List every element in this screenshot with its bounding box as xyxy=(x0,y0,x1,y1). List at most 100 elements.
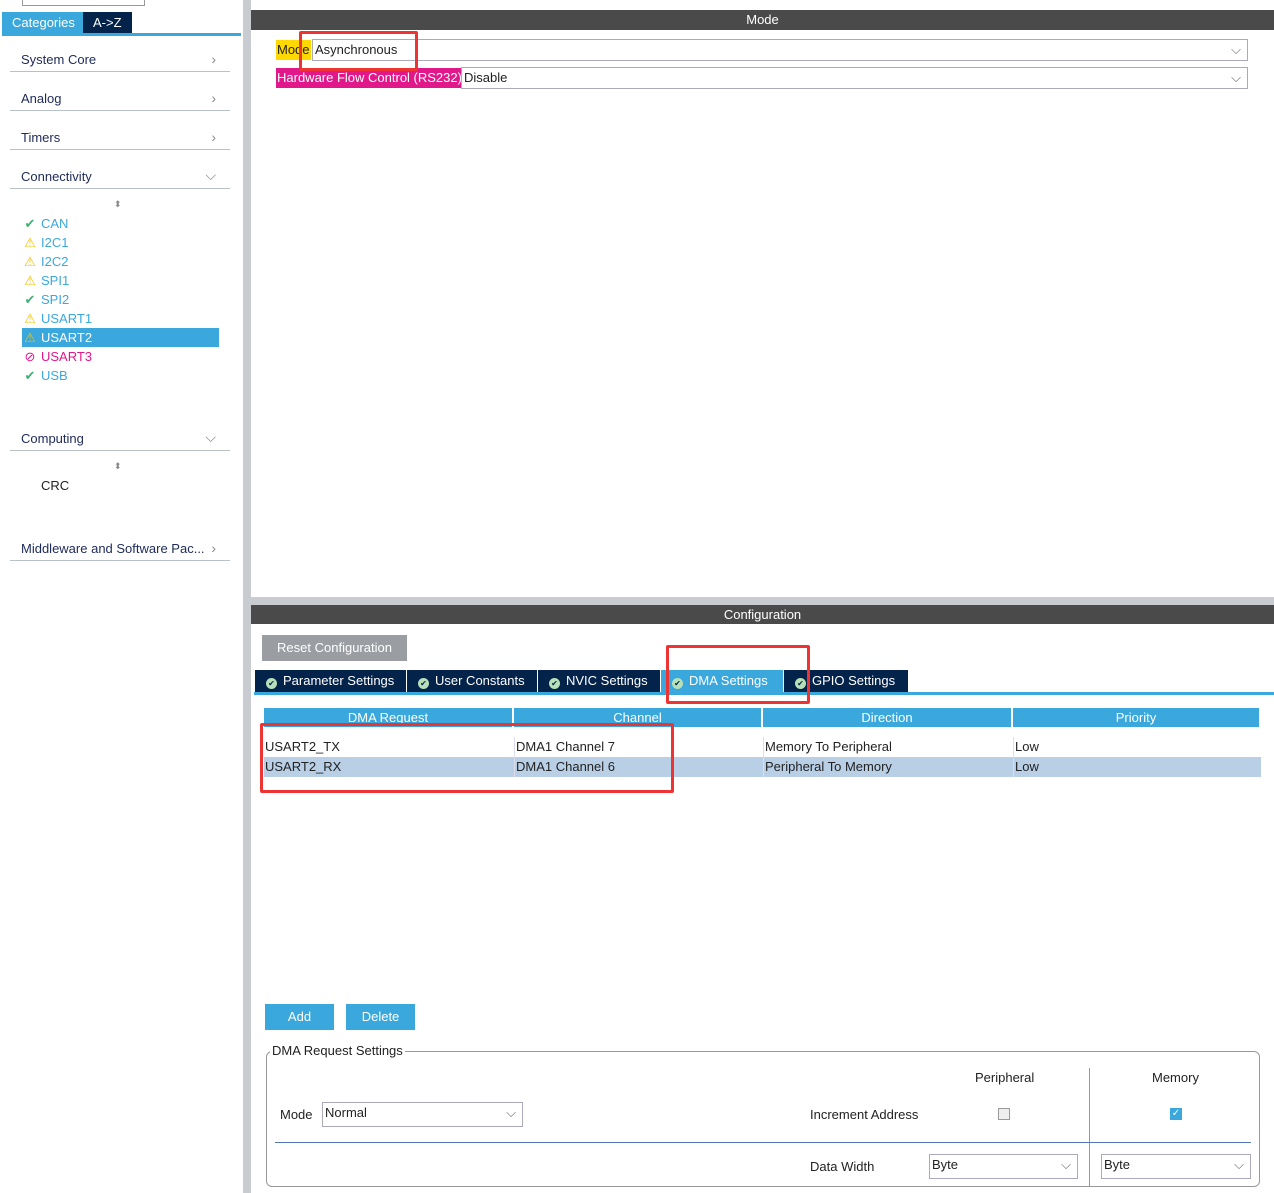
peripheral-label: SPI2 xyxy=(41,292,70,307)
tab-user-constants[interactable]: ✔ User Constants xyxy=(407,670,538,692)
chevron-down-icon: ⌵ xyxy=(1234,1157,1244,1172)
sort-icon[interactable]: ⬍ xyxy=(114,199,122,210)
peripheral-label: CAN xyxy=(41,216,69,231)
dma-mode-value: Normal xyxy=(325,1105,367,1120)
group-title: DMA Request Settings xyxy=(270,1043,405,1058)
sort-icon[interactable]: ⬍ xyxy=(114,461,122,472)
memory-label: Memory xyxy=(1152,1070,1199,1085)
tab-a-z[interactable]: A->Z xyxy=(83,12,132,33)
check-icon: ✔ xyxy=(24,292,36,307)
peripheral-label: USB xyxy=(41,368,68,383)
peripheral-label: USART3 xyxy=(41,349,93,364)
tab-categories[interactable]: Categories xyxy=(2,12,85,33)
sidebar: Categories A->Z System Core › Analog › Tim… xyxy=(0,0,243,1193)
reset-configuration-button[interactable]: Reset Configuration xyxy=(262,635,407,661)
chevron-right-icon: › xyxy=(211,90,216,106)
chevron-down-icon: ⌵ xyxy=(1231,42,1241,57)
tab-underline xyxy=(2,33,241,36)
table-cell: Memory To Peripheral xyxy=(763,737,1013,757)
mode-label: Mode xyxy=(280,1107,313,1122)
data-width-label: Data Width xyxy=(810,1159,875,1174)
peripheral-usb[interactable]: ✔ USB xyxy=(22,366,219,385)
category-label: Analog xyxy=(21,91,62,106)
peripheral-can[interactable]: ✔ CAN xyxy=(22,214,219,233)
chevron-down-icon: ⌵ xyxy=(205,429,216,445)
tab-label: Parameter Settings xyxy=(283,673,395,688)
chevron-down-icon: ⌵ xyxy=(506,1105,516,1120)
category-computing[interactable]: Computing ⌵ xyxy=(10,421,230,451)
category-connectivity[interactable]: Connectivity ⌵ xyxy=(10,159,230,189)
check-circle-icon: ✔ xyxy=(266,678,277,689)
peripheral-label: Peripheral xyxy=(975,1070,1035,1085)
configuration-header: Configuration xyxy=(251,605,1274,624)
warning-icon: ⚠ xyxy=(24,235,36,250)
warning-icon: ⚠ xyxy=(24,311,36,326)
peripheral-i2c2[interactable]: ⚠ I2C2 xyxy=(22,252,219,271)
category-label: Computing xyxy=(21,431,84,446)
memory-increment-checkbox[interactable]: ✓ xyxy=(1170,1108,1182,1120)
peripheral-usart2[interactable]: ⚠ USART2 xyxy=(22,328,219,347)
highlight-box xyxy=(260,723,674,793)
category-analog[interactable]: Analog › xyxy=(10,81,230,111)
mode-header: Mode xyxy=(251,10,1274,30)
memory-data-width-select[interactable]: Byte ⌵ xyxy=(1101,1154,1251,1179)
splitter[interactable] xyxy=(243,0,251,1193)
category-middleware[interactable]: Middleware and Software Pac... › xyxy=(10,531,230,561)
table-cell: Peripheral To Memory xyxy=(763,757,1013,777)
chevron-right-icon: › xyxy=(211,129,216,145)
increment-address-label: Increment Address xyxy=(810,1107,919,1122)
peripheral-usart1[interactable]: ⚠ USART1 xyxy=(22,309,219,328)
check-circle-icon: ✔ xyxy=(549,678,560,689)
chevron-down-icon: ⌵ xyxy=(1061,1157,1071,1172)
peripheral-increment-checkbox[interactable] xyxy=(998,1108,1010,1120)
warning-icon: ⚠ xyxy=(24,254,36,269)
chevron-down-icon: ⌵ xyxy=(1231,70,1241,85)
check-icon: ✔ xyxy=(24,216,36,231)
peripheral-label: I2C1 xyxy=(41,235,69,250)
peripheral-crc[interactable]: CRC xyxy=(41,478,69,493)
flow-control-label: Hardware Flow Control (RS232) xyxy=(276,68,463,88)
category-timers[interactable]: Timers › xyxy=(10,120,230,150)
table-cell: Low xyxy=(1013,737,1261,757)
mode-select[interactable]: Asynchronous ⌵ xyxy=(312,39,1248,61)
peripheral-i2c1[interactable]: ⚠ I2C1 xyxy=(22,233,219,252)
memory-width-value: Byte xyxy=(1104,1157,1131,1172)
peripheral-label: USART1 xyxy=(41,311,93,326)
chevron-down-icon: ⌵ xyxy=(205,167,216,183)
peripheral-spi2[interactable]: ✔ SPI2 xyxy=(22,290,219,309)
warning-icon: ⚠ xyxy=(24,330,36,345)
divider xyxy=(275,1142,1251,1143)
category-system-core[interactable]: System Core › xyxy=(10,42,230,72)
peripheral-label: SPI1 xyxy=(41,273,70,288)
tab-parameter-settings[interactable]: ✔ Parameter Settings xyxy=(255,670,407,692)
peripheral-label: I2C2 xyxy=(41,254,69,269)
peripheral-data-width-select[interactable]: Byte ⌵ xyxy=(929,1154,1078,1179)
search-input[interactable] xyxy=(22,0,145,6)
highlight-box xyxy=(299,31,418,71)
delete-button[interactable]: Delete xyxy=(346,1004,415,1030)
divider xyxy=(1089,1068,1090,1186)
tab-label: GPIO Settings xyxy=(812,673,896,688)
dma-mode-select[interactable]: Normal ⌵ xyxy=(322,1102,523,1127)
chevron-right-icon: › xyxy=(211,51,216,67)
category-label: Connectivity xyxy=(21,169,92,184)
tab-nvic-settings[interactable]: ✔ NVIC Settings xyxy=(538,670,661,692)
check-circle-icon: ✔ xyxy=(418,678,429,689)
highlight-box xyxy=(666,645,810,704)
warning-icon: ⚠ xyxy=(24,273,36,288)
category-label: Timers xyxy=(21,130,61,145)
tab-label: User Constants xyxy=(435,673,525,688)
column-header[interactable]: Direction xyxy=(763,708,1013,727)
splitter[interactable] xyxy=(251,597,1274,605)
peripheral-usart3[interactable]: ⊘ USART3 xyxy=(22,347,219,366)
flow-control-value: Disable xyxy=(464,70,508,85)
add-button[interactable]: Add xyxy=(265,1004,334,1030)
table-cell: Low xyxy=(1013,757,1261,777)
category-label: System Core xyxy=(21,52,97,67)
flow-control-select[interactable]: Disable ⌵ xyxy=(461,67,1248,89)
chevron-right-icon: › xyxy=(211,540,216,556)
peripheral-spi1[interactable]: ⚠ SPI1 xyxy=(22,271,219,290)
disabled-icon: ⊘ xyxy=(24,349,36,364)
peripheral-width-value: Byte xyxy=(932,1157,959,1172)
column-header[interactable]: Priority xyxy=(1013,708,1261,727)
